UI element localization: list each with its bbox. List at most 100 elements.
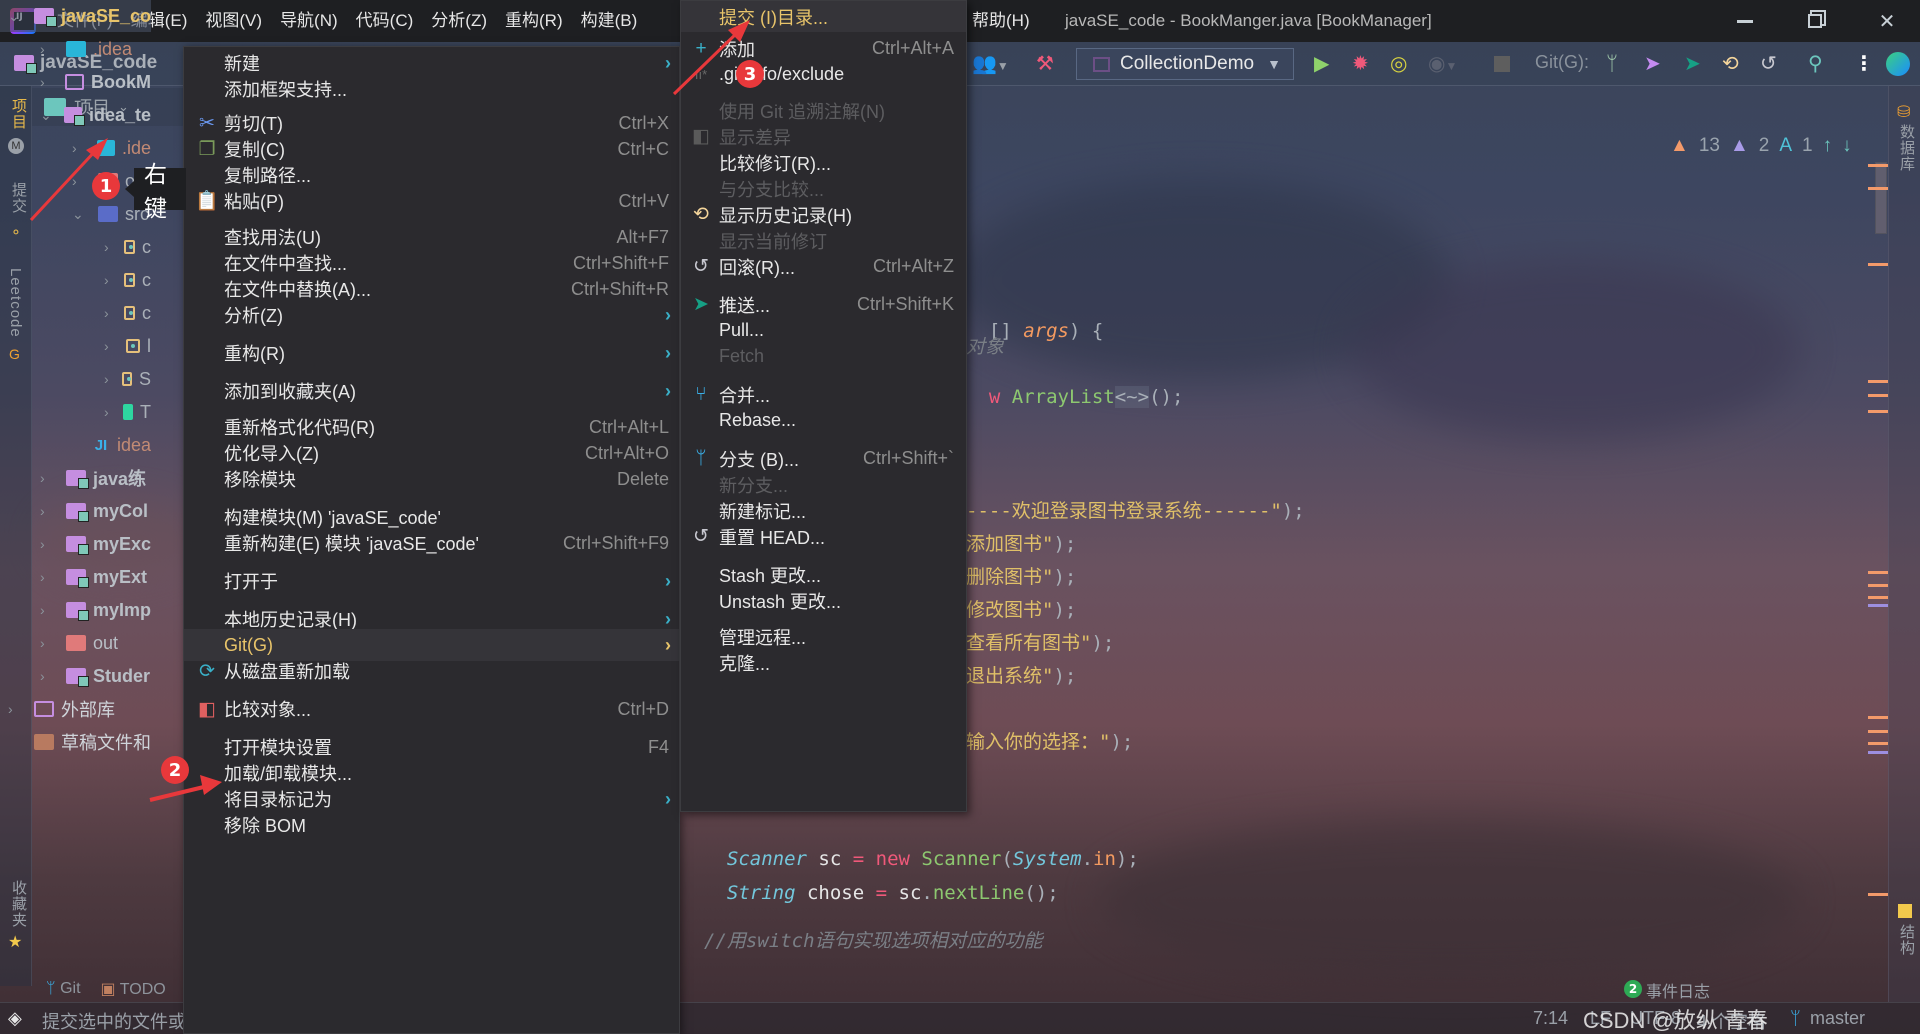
tree-item[interactable]: › myExc [0,528,151,560]
structure-icon[interactable] [1898,904,1912,918]
weak-warning-marker[interactable] [1868,750,1888,754]
warning-marker[interactable] [1868,186,1888,190]
tree-item[interactable]: › out [0,627,151,659]
tree-item[interactable]: › myExt [0,561,151,593]
chevron-right-icon[interactable]: › [104,305,112,321]
menu-code[interactable]: 代码(C) [347,0,423,42]
database-icon[interactable]: ⛁ [1897,102,1910,122]
context-menu-item[interactable]: 移除模块 Delete [184,463,679,495]
context-menu-item[interactable]: 添加到收藏夹(A) › [184,375,679,407]
next-highlight-icon[interactable]: ↓ [1842,135,1852,157]
inspections-widget[interactable]: ▲ 13 ▲ 2 A1 ↑ ↓ [1670,128,1852,164]
stop-icon[interactable] [1494,56,1510,72]
chevron-right-icon[interactable]: › [8,701,22,717]
tree-item[interactable]: JI idea [0,429,151,461]
collaboration-icon[interactable]: 👥▼ [972,52,1009,78]
warning-marker[interactable] [1868,729,1888,733]
tree-item[interactable]: › c [0,264,151,296]
tree-item[interactable]: ⌄ idea_te [0,99,151,131]
tool-tab-database[interactable]: 数据库 [1896,124,1917,172]
menu-build[interactable]: 构建(B) [572,0,647,42]
restore-button[interactable] [1786,0,1844,42]
chevron-right-icon[interactable]: › [40,602,54,618]
git-branch[interactable]: master [1810,1008,1865,1029]
context-menu-item[interactable]: ⟳ 从磁盘重新加载 [184,655,679,687]
tree-item[interactable]: ⌄ src [0,198,151,230]
tree-item[interactable]: › 外部库 [0,693,151,725]
chevron-right-icon[interactable]: › [104,239,112,255]
tree-item[interactable]: › BookM [0,66,151,98]
warning-marker[interactable] [1868,164,1888,167]
warning-marker[interactable] [1868,741,1888,745]
chevron-right-icon[interactable]: › [40,503,54,519]
chevron-right-icon[interactable]: › [40,41,54,57]
warning-marker[interactable] [1868,716,1888,719]
chevron-right-icon[interactable]: › [40,470,54,486]
tree-item[interactable]: › .idea [0,33,151,65]
git-menu-item[interactable]: 提交 (I)目录... [681,1,966,32]
git-menu-item[interactable]: 克隆... [681,647,966,678]
context-menu-item[interactable]: ◧ 比较对象... Ctrl+D [184,693,679,725]
chevron-down-icon[interactable]: ⌄ [72,206,86,223]
menu-analyze[interactable]: 分析(Z) [422,0,496,42]
tree-item[interactable]: › java练 [0,462,151,494]
tree-item[interactable]: › .ide [0,132,151,164]
context-menu-item[interactable]: 重构(R) › [184,337,679,369]
menu-help[interactable]: 帮助(H) [966,0,1036,42]
chevron-right-icon[interactable]: › [40,74,53,90]
warning-marker[interactable] [1868,584,1888,587]
git-menu-item[interactable]: ↺ 重置 HEAD... [681,521,966,552]
tree-item[interactable]: ⌄ javaSE_co [0,0,151,32]
previous-highlight-icon[interactable]: ↑ [1823,135,1833,157]
chevron-right-icon[interactable]: › [104,371,110,387]
tree-item[interactable]: › c [0,231,151,263]
debug-bug-icon[interactable]: ✹ [1352,52,1369,76]
caret-position[interactable]: 7:14 [1533,1008,1568,1029]
event-log-link[interactable]: 事件日志 [1646,978,1710,1002]
chevron-down-icon[interactable]: ⌄ [8,8,22,25]
tool-tab-structure[interactable]: 结构 [1896,924,1917,956]
run-configuration-select[interactable]: CollectionDemo ▼ [1076,48,1294,80]
warning-marker[interactable] [1868,570,1888,574]
git-push-icon[interactable]: ➤ [1684,52,1701,76]
tool-tab-favorites[interactable]: 收藏夹 [8,880,29,928]
coverage-icon[interactable]: ◎ [1390,52,1407,76]
git-menu-item[interactable]: Unstash 更改... [681,585,966,616]
chevron-right-icon[interactable]: › [40,569,54,585]
menu-refactor[interactable]: 重构(R) [496,0,572,42]
minimize-button[interactable] [1716,0,1774,42]
tree-item[interactable]: › Studer [0,660,151,692]
chevron-right-icon[interactable]: › [104,272,112,288]
tree-item[interactable]: › T [0,396,151,428]
menu-view[interactable]: 视图(V) [196,0,271,42]
git-menu-item[interactable]: ıı* .git/info/exclude [681,59,966,90]
context-menu-item[interactable]: 移除 BOM [184,809,679,841]
tree-item[interactable]: › c [0,297,151,329]
tree-item[interactable]: › S [0,363,151,395]
tree-item[interactable]: › myCol [0,495,151,527]
git-history-icon[interactable]: ⟲ [1722,52,1739,76]
chevron-right-icon[interactable]: › [40,536,54,552]
tool-tab-todo[interactable]: ▣ TODO [101,979,166,999]
context-menu-item[interactable]: 添加框架支持... [184,73,679,105]
warning-marker[interactable] [1868,893,1888,896]
warning-marker[interactable] [1868,596,1888,599]
chevron-right-icon[interactable]: › [104,338,114,354]
context-menu-item[interactable]: 📋 粘贴(P) Ctrl+V [184,185,679,217]
tool-tab-git[interactable]: ᛘ Git [46,980,81,998]
close-button[interactable]: ✕ [1858,0,1916,42]
git-commit-icon[interactable]: ➤ [1644,52,1661,76]
git-menu-item[interactable]: ↺ 回滚(R)... Ctrl+Alt+Z [681,251,966,282]
context-menu-item[interactable]: 重新构建(E) 模块 'javaSE_code' Ctrl+Shift+F9 [184,527,679,559]
chevron-right-icon[interactable]: › [72,173,86,189]
git-rollback-icon[interactable]: ↺ [1760,52,1777,76]
context-menu-item[interactable]: 打开于 › [184,565,679,597]
weak-warning-marker[interactable] [1868,603,1888,607]
tree-item[interactable]: 草稿文件和 [0,726,151,758]
tree-item[interactable]: › myImp [0,594,151,626]
git-update-icon[interactable]: ᛘ [1606,52,1618,76]
chevron-right-icon[interactable]: › [40,668,54,684]
warning-marker[interactable] [1868,263,1888,266]
warning-marker[interactable] [1868,410,1888,413]
more-options-icon[interactable]: ⋮ [1854,52,1874,76]
